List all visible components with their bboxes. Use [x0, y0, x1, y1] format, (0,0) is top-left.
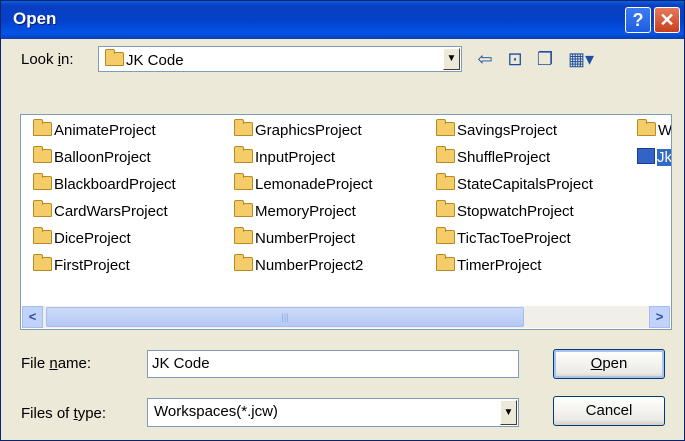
- files-of-type-label: Files of type:: [21, 405, 107, 422]
- list-item[interactable]: GraphicsProject: [234, 119, 362, 142]
- list-item[interactable]: NumberProject: [234, 227, 355, 250]
- file-name-input[interactable]: JK Code: [147, 350, 519, 378]
- back-arrow-icon[interactable]: ⇦: [471, 46, 499, 72]
- folder-icon: [436, 254, 455, 271]
- chevron-down-icon[interactable]: ▼: [500, 400, 517, 425]
- open-button[interactable]: Open: [553, 349, 665, 379]
- folder-icon: [33, 200, 52, 217]
- chevron-down-icon[interactable]: ▼: [443, 48, 460, 70]
- list-item[interactable]: Jk: [637, 147, 671, 169]
- cancel-button[interactable]: Cancel: [553, 396, 665, 426]
- list-item[interactable]: CardWarsProject: [33, 200, 168, 223]
- list-item[interactable]: StopwatchProject: [436, 200, 574, 223]
- folder-icon: [234, 173, 253, 190]
- list-item[interactable]: MemoryProject: [234, 200, 356, 223]
- folder-icon: [33, 254, 52, 271]
- list-item[interactable]: InputProject: [234, 146, 335, 169]
- file-type-dropdown[interactable]: Workspaces(*.jcw) ▼: [147, 398, 519, 427]
- new-folder-icon[interactable]: ❐: [531, 46, 559, 72]
- list-item[interactable]: TicTacToeProject: [436, 227, 571, 250]
- dialog-title: Open: [13, 9, 57, 28]
- close-icon: ✕: [659, 10, 675, 30]
- folder-icon: [436, 146, 455, 163]
- folder-icon: [105, 49, 124, 66]
- folder-icon: [33, 146, 52, 163]
- folder-icon: [234, 227, 253, 244]
- list-item[interactable]: LemonadeProject: [234, 173, 373, 196]
- folder-icon: [436, 200, 455, 217]
- file-name-label: File name:: [21, 355, 92, 372]
- folder-icon: [234, 200, 253, 217]
- up-folder-icon[interactable]: ⊡: [501, 46, 529, 72]
- list-item[interactable]: ShuffleProject: [436, 146, 550, 169]
- folder-icon: [436, 119, 455, 136]
- folder-icon: [436, 173, 455, 190]
- list-item[interactable]: DiceProject: [33, 227, 131, 250]
- list-item[interactable]: TimerProject: [436, 254, 541, 277]
- view-menu-icon[interactable]: ▦▾: [564, 46, 598, 72]
- look-in-label: Look in:: [21, 51, 74, 68]
- scroll-right-icon[interactable]: >: [649, 306, 670, 328]
- folder-icon: [436, 227, 455, 244]
- list-item[interactable]: StateCapitalsProject: [436, 173, 593, 196]
- look-in-value: JK Code: [126, 52, 184, 69]
- list-item[interactable]: AnimateProject: [33, 119, 156, 142]
- close-button[interactable]: ✕: [654, 7, 680, 33]
- scrollbar-thumb[interactable]: |||: [46, 307, 524, 327]
- list-item[interactable]: W: [637, 119, 671, 142]
- folder-icon: [33, 119, 52, 136]
- file-type-value: Workspaces(*.jcw): [154, 403, 278, 420]
- folder-icon: [637, 119, 656, 136]
- folder-icon: [234, 254, 253, 271]
- folder-icon: [33, 173, 52, 190]
- list-item[interactable]: SavingsProject: [436, 119, 557, 142]
- help-icon: ?: [632, 10, 644, 30]
- list-item[interactable]: BalloonProject: [33, 146, 151, 169]
- help-button[interactable]: ?: [625, 7, 651, 33]
- folder-icon: [234, 119, 253, 136]
- horizontal-scrollbar[interactable]: < ||| >: [22, 306, 670, 328]
- folder-icon: [33, 227, 52, 244]
- list-item[interactable]: BlackboardProject: [33, 173, 176, 196]
- workspace-icon: [637, 148, 655, 164]
- scroll-left-icon[interactable]: <: [22, 306, 43, 328]
- list-item[interactable]: NumberProject2: [234, 254, 363, 277]
- look-in-dropdown[interactable]: JK Code ▼: [98, 46, 462, 72]
- list-item[interactable]: FirstProject: [33, 254, 130, 277]
- title-bar[interactable]: Open ? ✕: [1, 1, 684, 39]
- open-dialog: Open ? ✕ Look in: JK Code ▼ ⇦ ⊡ ❐ ▦▾ Ani…: [0, 0, 685, 441]
- folder-icon: [234, 146, 253, 163]
- file-list[interactable]: AnimateProject BalloonProject Blackboard…: [20, 114, 672, 330]
